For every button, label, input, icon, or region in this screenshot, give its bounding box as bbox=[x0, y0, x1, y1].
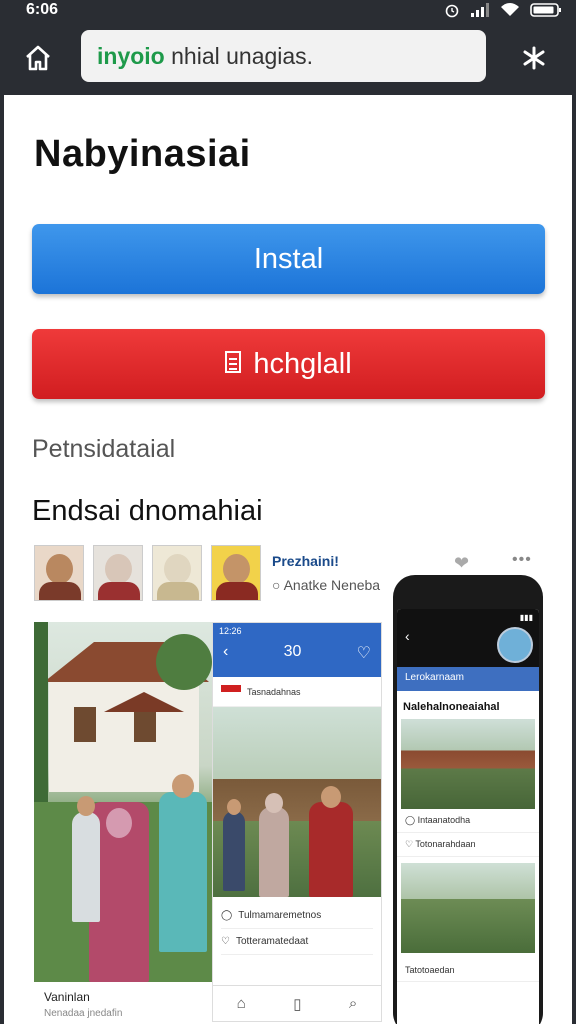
person-figure bbox=[259, 793, 289, 897]
comment-icon: ◯ bbox=[221, 910, 233, 921]
home-button[interactable] bbox=[20, 40, 56, 76]
phone-toolbar-text: Lerokarnaam bbox=[405, 672, 464, 683]
photo-caption: Vaninlan Nenadaa jnedafin bbox=[34, 982, 214, 1024]
phone-heading: Nalehalnoneaiahal bbox=[403, 701, 500, 713]
app-screenshot[interactable]: 12:26 ‹ 30 ♡ Tasnadahnas ◯ Tulmamaremetno… bbox=[212, 622, 382, 1022]
app-tab-bar: ⌂ ▯ ⌕ bbox=[213, 985, 381, 1021]
install-button[interactable]: Instal bbox=[32, 224, 545, 294]
phone-list-item[interactable]: ♡ Totonarahdaan bbox=[397, 833, 539, 857]
phone-list-item-text: Totonarahdaan bbox=[415, 839, 476, 849]
person-figure bbox=[223, 799, 245, 891]
post-meta-text: Anatke Neneba bbox=[283, 577, 381, 593]
phone-list-item-text: Tatotoaedan bbox=[405, 965, 455, 975]
address-bar[interactable]: inyoio nhial unagias. bbox=[81, 30, 486, 82]
phone-photo[interactable] bbox=[401, 719, 535, 809]
feed-row[interactable]: ◯ Tulmamaremetnos bbox=[221, 903, 373, 929]
app-photo[interactable] bbox=[213, 707, 381, 897]
browser-toolbar: inyoio nhial unagias. bbox=[0, 22, 576, 95]
feed-row[interactable]: ♡ Totteramatedaat bbox=[221, 929, 373, 955]
web-page: Nabyinasiai Instal hchglall Petnsidataia… bbox=[4, 95, 572, 1024]
phone-toolbar: Lerokarnaam bbox=[397, 667, 539, 691]
document-icon bbox=[225, 351, 242, 374]
phone-list-item[interactable]: Tatotoaedan bbox=[397, 959, 539, 982]
home-tab-icon[interactable]: ⌂ bbox=[237, 995, 246, 1012]
back-arrow-icon[interactable]: ‹ bbox=[223, 643, 228, 663]
feed-row-text: Totteramatedaat bbox=[235, 936, 309, 947]
person-figure bbox=[159, 774, 207, 952]
phone-screen[interactable]: ▮▮▮ ‹ Lerokarnaam Nalehalnoneaiahal ◯ In… bbox=[397, 609, 539, 1024]
status-bar: 6:06 bbox=[0, 0, 576, 22]
app-nav-title: 30 bbox=[283, 643, 302, 660]
menu-button[interactable] bbox=[516, 40, 552, 76]
avatar[interactable] bbox=[93, 545, 143, 601]
page-title: Nabyinasiai bbox=[34, 133, 251, 175]
wifi-icon bbox=[501, 3, 519, 16]
more-options-icon[interactable]: ••• bbox=[512, 551, 532, 569]
list-item[interactable]: Tasnadahnas bbox=[213, 677, 381, 707]
heart-outline-icon[interactable]: ♡ bbox=[357, 643, 371, 663]
person-figure bbox=[72, 796, 100, 922]
status-icons bbox=[444, 2, 562, 18]
heart-outline-icon: ♡ bbox=[221, 936, 230, 947]
url-path: nhial unagias. bbox=[164, 43, 314, 69]
book-tab-icon[interactable]: ▯ bbox=[293, 995, 301, 1013]
phone-avatar[interactable] bbox=[497, 627, 533, 663]
status-time: 6:06 bbox=[26, 1, 59, 18]
phone-header: ▮▮▮ ‹ bbox=[397, 609, 539, 667]
avatar[interactable] bbox=[152, 545, 202, 601]
comment-icon: ◯ bbox=[405, 815, 418, 825]
heart-outline-icon: ♡ bbox=[405, 839, 416, 849]
post-meta: ○ Anatke Neneba bbox=[272, 577, 381, 593]
page-subtitle: Petnsidataial bbox=[32, 435, 176, 463]
avatar-strip bbox=[34, 545, 261, 601]
app-status-time: 12:26 bbox=[219, 626, 242, 636]
gallery-photo[interactable] bbox=[34, 622, 214, 982]
search-tab-icon[interactable]: ⌕ bbox=[349, 995, 357, 1012]
section-heading: Endsai dnomahiai bbox=[32, 495, 263, 527]
sparkle-menu-icon bbox=[523, 46, 545, 70]
phone-status-icons: ▮▮▮ bbox=[519, 613, 533, 622]
avatar[interactable] bbox=[34, 545, 84, 601]
phone-mockup: ▮▮▮ ‹ Lerokarnaam Nalehalnoneaiahal ◯ In… bbox=[393, 575, 543, 1024]
post-header: Prezhaini! ○ Anatke Neneba bbox=[272, 553, 380, 593]
alarm-icon bbox=[445, 4, 459, 18]
app-feed: ◯ Tulmamaremetnos ♡ Totteramatedaat bbox=[213, 897, 381, 961]
app-header: 12:26 ‹ 30 ♡ bbox=[213, 623, 381, 677]
flag-icon bbox=[221, 684, 241, 699]
battery-icon bbox=[530, 3, 561, 17]
person-figure bbox=[309, 786, 353, 897]
phone-list-item[interactable]: ◯ Intaanatodha bbox=[397, 809, 539, 833]
caption-title: Vaninlan bbox=[44, 990, 90, 1004]
phone-photo[interactable] bbox=[401, 863, 535, 953]
signal-icon bbox=[471, 3, 489, 17]
list-item-label: Tasnadahnas bbox=[247, 686, 301, 697]
post-author[interactable]: Prezhaini! bbox=[272, 553, 380, 569]
app-nav: ‹ 30 ♡ bbox=[213, 639, 381, 667]
caption-subtitle: Nenadaa jnedafin bbox=[44, 1008, 123, 1019]
avatar[interactable] bbox=[211, 545, 261, 601]
home-icon bbox=[26, 45, 50, 71]
secondary-install-button[interactable]: hchglall bbox=[32, 329, 545, 399]
heart-icon[interactable]: ❤ bbox=[454, 553, 469, 574]
phone-list-item-text: Intaanatodha bbox=[417, 815, 471, 825]
url-domain: inyoio bbox=[97, 43, 165, 69]
secondary-button-label: hchglall bbox=[253, 348, 352, 380]
feed-row-text: Tulmamaremetnos bbox=[238, 910, 322, 921]
